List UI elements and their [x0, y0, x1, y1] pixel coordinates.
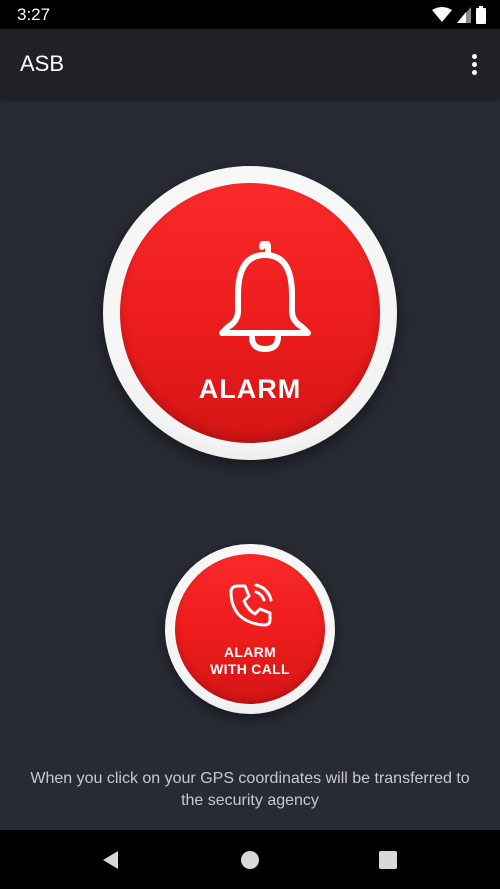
alarm-button-face[interactable]: ALARM [120, 183, 380, 443]
wifi-icon [432, 7, 452, 23]
bell-icon [219, 241, 311, 353]
info-text: When you click on your GPS coordinates w… [30, 770, 470, 809]
status-bar: 3:27 [0, 0, 500, 29]
alarm-with-call-label-line2: WITH CALL [210, 661, 290, 677]
recents-icon[interactable] [372, 844, 404, 876]
alarm-with-call-button[interactable]: ALARM WITH CALL [165, 544, 335, 714]
cell-signal-icon [457, 7, 471, 23]
home-icon[interactable] [234, 844, 266, 876]
alarm-with-call-label-line1: ALARM [223, 644, 277, 660]
battery-icon [476, 6, 486, 24]
back-icon[interactable] [94, 844, 126, 876]
phone-icon [229, 583, 273, 627]
alarm-label: ALARM [198, 374, 302, 404]
alarm-button[interactable]: ALARM [103, 166, 397, 460]
nav-bar [0, 830, 500, 889]
alarm-with-call-label: ALARM WITH CALL [175, 644, 325, 678]
alarm-with-call-button-face[interactable]: ALARM WITH CALL [175, 554, 325, 704]
status-time: 3:27 [17, 5, 51, 24]
more-vert-icon[interactable] [462, 49, 486, 79]
app-title: ASB [20, 51, 65, 76]
app-bar: ASB [0, 29, 500, 98]
status-icons [432, 6, 486, 24]
